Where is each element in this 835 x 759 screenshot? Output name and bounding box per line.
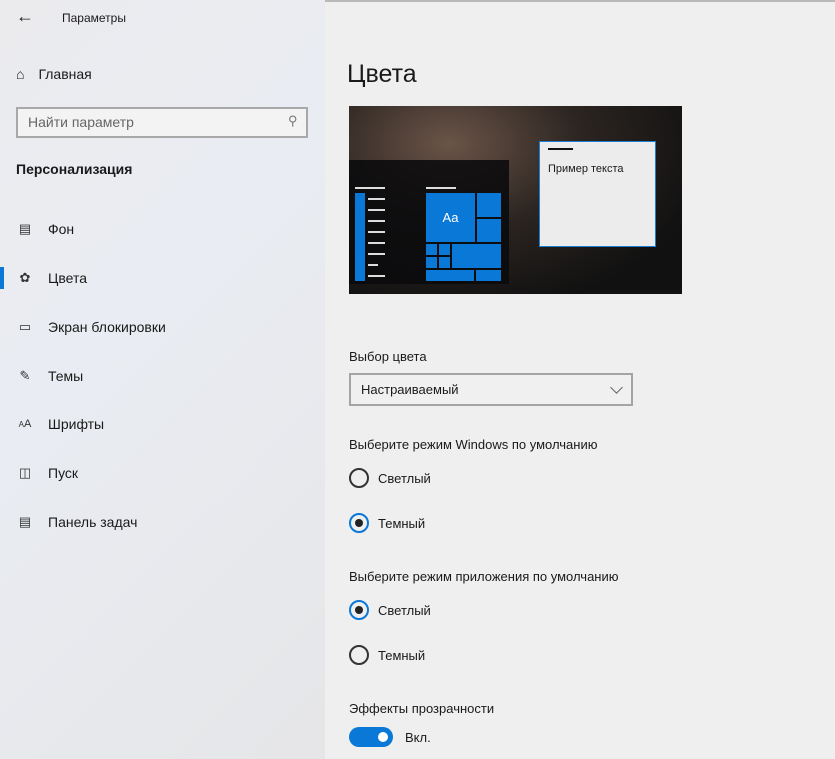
sidebar-item-home[interactable]: ⌂ Главная (16, 66, 92, 82)
windows-mode-light-radio[interactable]: Светлый (349, 468, 431, 488)
radio-label: Светлый (378, 470, 431, 486)
home-label: Главная (38, 66, 92, 82)
sidebar-item-label: Панель задач (48, 514, 138, 530)
back-arrow-icon[interactable]: ← (16, 6, 34, 27)
color-choice-label: Выбор цвета (349, 349, 427, 364)
sample-window: Пример текста (539, 141, 656, 247)
sidebar: ← Параметры ⌂ Главная Найти параметр ⚲ П… (0, 0, 325, 759)
radio-label: Темный (378, 647, 426, 663)
sidebar-item-taskbar[interactable]: ▤ Панель задач (0, 507, 325, 537)
radio-circle (349, 468, 369, 488)
app-mode-dark-radio[interactable]: Темный (349, 645, 425, 665)
transparency-toggle[interactable] (349, 727, 393, 747)
sidebar-item-lock-screen[interactable]: ▭ Экран блокировки (0, 312, 325, 342)
radio-circle-selected (349, 513, 369, 533)
sidebar-item-label: Шрифты (48, 416, 105, 432)
app-mode-light-radio[interactable]: Светлый (349, 600, 431, 620)
search-input[interactable]: Найти параметр ⚲ (16, 107, 308, 138)
search-icon: ⚲ (288, 113, 298, 128)
dropdown-value: Настраиваемый (361, 382, 459, 397)
home-icon: ⌂ (16, 66, 25, 82)
taskbar-icon: ▤ (18, 514, 32, 529)
sidebar-item-label: Фон (48, 221, 75, 237)
selection-indicator (0, 267, 4, 289)
preview-tile: Aa (426, 193, 475, 242)
lock-screen-icon: ▭ (18, 319, 32, 334)
radio-label: Светлый (378, 602, 431, 618)
sidebar-item-fonts[interactable]: A A Шрифты (0, 409, 325, 439)
radio-label: Темный (378, 515, 426, 531)
fonts-icon: AA (18, 418, 32, 430)
sidebar-item-colors[interactable]: ✿ Цвета (0, 263, 325, 293)
search-placeholder: Найти параметр (28, 114, 134, 130)
sidebar-item-start[interactable]: ◫ Пуск (0, 458, 325, 488)
toggle-state: Вкл. (405, 730, 431, 745)
windows-mode-dark-radio[interactable]: Темный (349, 513, 425, 533)
start-icon: ◫ (18, 465, 32, 480)
sidebar-item-label: Темы (48, 368, 84, 384)
sidebar-item-label: Экран блокировки (48, 319, 166, 335)
start-menu-preview: Aa (349, 160, 509, 284)
palette-icon: ✿ (19, 270, 31, 285)
sidebar-item-background[interactable]: ▤ Фон (0, 214, 325, 244)
windows-mode-label: Выберите режим Windows по умолчанию (349, 437, 598, 452)
radio-circle (349, 645, 369, 665)
radio-circle-selected (349, 600, 369, 620)
transparency-label: Эффекты прозрачности (349, 701, 495, 716)
sidebar-item-label: Пуск (48, 465, 79, 481)
app-title: Параметры (62, 11, 126, 25)
chevron-down-icon (610, 381, 623, 394)
app-mode-label: Выберите режим приложения по умолчанию (349, 569, 619, 584)
sidebar-item-themes[interactable]: ✎ Темы (0, 361, 325, 391)
theme-preview: Aa Пример текста (349, 106, 682, 294)
sidebar-item-label: Цвета (48, 270, 87, 286)
color-choice-dropdown[interactable]: Настраиваемый (349, 373, 633, 406)
picture-icon: ▤ (18, 221, 32, 236)
section-title: Персонализация (16, 161, 133, 177)
themes-icon: ✎ (19, 368, 31, 383)
page-title: Цвета (347, 60, 417, 88)
sample-text: Пример текста (548, 163, 624, 175)
